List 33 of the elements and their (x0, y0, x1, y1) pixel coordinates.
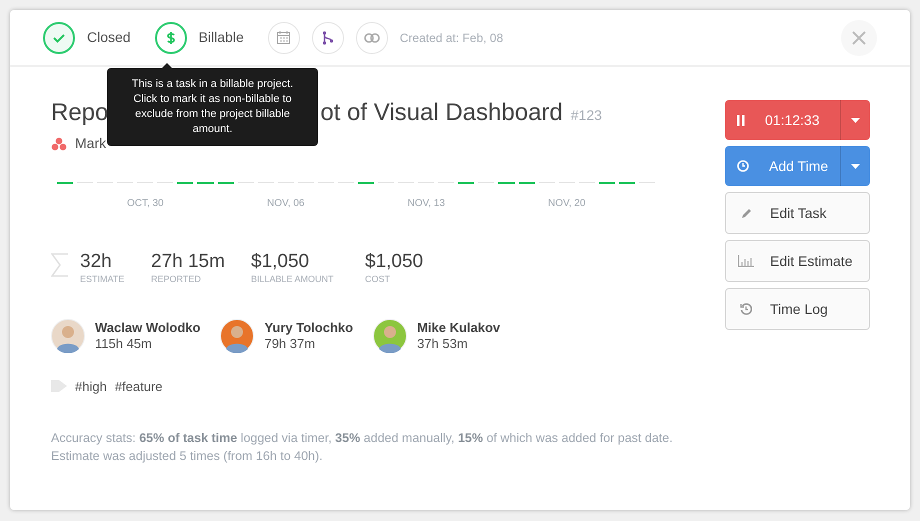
stat-label: REPORTED (151, 273, 202, 286)
billable-toggle[interactable]: Billable (154, 22, 244, 54)
task-title: ot of Visual Dashboard (320, 98, 563, 128)
stat-value: $1,050 (251, 251, 310, 273)
date-label: NOV, 20 (546, 197, 586, 211)
task-title: Repo (51, 98, 108, 128)
task-number: #123 (570, 106, 602, 125)
stat-value: 27h 15m (151, 251, 226, 273)
date-label: NOV, 13 (406, 197, 446, 211)
log-button[interactable]: Time Log (725, 288, 870, 330)
estimate-button[interactable]: Edit Estimate (725, 240, 870, 282)
date-label: NOV, 06 (266, 197, 306, 211)
created-date: Created at: Feb, 08 (400, 30, 504, 46)
person-name: Mike Kulakov (417, 320, 500, 336)
tag[interactable]: #feature (114, 376, 163, 396)
person-time: 115h 45m (95, 336, 153, 352)
tooltip-text: This is a task in a billable project. Click to mark it as non-billable to exclude from the project billable amount. (132, 78, 294, 135)
stat-label: BILLABLE AMOUNT (251, 273, 335, 286)
edit-button[interactable]: Edit Task (725, 192, 870, 234)
stat-label: COST (365, 273, 392, 286)
stat-label: ESTIMATE (80, 273, 126, 286)
person-time: 79h 37m (264, 336, 316, 352)
person-time: 37h 53m (417, 336, 469, 352)
timer-button[interactable]: 01:12:33 (725, 100, 840, 140)
project-name: Mark (75, 134, 106, 153)
stat-value: $1,050 (365, 251, 424, 273)
person-name: Yury Tolochko (264, 320, 354, 336)
status-toggle[interactable]: Closed (43, 22, 131, 54)
stat-value: 32h (80, 251, 113, 273)
accuracy-stats: Accuracy stats: 65% of task time logged via timer, 35% added manually, 15% of which was added for past date. Estimate was adjusted 5 times (from 16h to 40h). (51, 430, 674, 465)
tag[interactable]: #high (75, 376, 107, 396)
person-name: Waclaw Wolodko (95, 320, 200, 336)
date-label: OCT, 30 (126, 197, 165, 211)
